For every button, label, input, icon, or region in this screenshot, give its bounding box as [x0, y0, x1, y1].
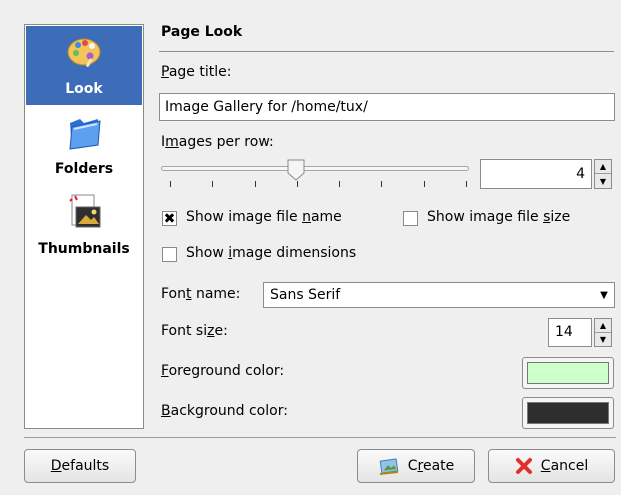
slider-tick: [466, 181, 467, 187]
bottom-divider: [24, 437, 616, 438]
spin-down-icon[interactable]: ▼: [595, 174, 611, 188]
create-button-label: Create: [407, 458, 455, 474]
palette-icon: [67, 38, 101, 67]
cancel-button-label: Cancel: [540, 458, 589, 474]
cancel-x-icon: [515, 458, 532, 474]
background-color-label: Background color:: [161, 403, 288, 419]
thumbnails-image-icon: [69, 194, 101, 228]
slider-tick: [212, 181, 214, 187]
images-per-row-slider-track[interactable]: [161, 166, 469, 171]
show-image-dimensions-label: Show image dimensions: [186, 245, 357, 261]
create-gallery-icon: [379, 458, 399, 475]
foreground-color-swatch: [527, 362, 609, 384]
defaults-button[interactable]: Defaults: [24, 449, 136, 483]
defaults-button-label: Defaults: [50, 458, 110, 474]
slider-tick: [423, 181, 425, 187]
sidebar-item-look[interactable]: Look: [26, 26, 142, 105]
checkmark-x-icon: ✖: [163, 210, 176, 227]
sidebar-item-look-label: Look: [65, 81, 103, 97]
foreground-color-label: Foreground color:: [161, 363, 285, 379]
font-name-label: Font name:: [161, 286, 241, 302]
slider-tick: [339, 181, 341, 187]
font-size-spinbox[interactable]: 14: [548, 318, 592, 347]
images-per-row-slider-handle[interactable]: [287, 159, 305, 181]
show-image-dimensions-checkbox[interactable]: [162, 247, 177, 262]
font-name-select[interactable]: Sans Serif ▼: [263, 282, 615, 308]
slider-tick: [296, 181, 298, 187]
folder-icon: [69, 119, 101, 150]
sidebar-item-thumbnails-label: Thumbnails: [38, 241, 130, 257]
sidebar-item-thumbnails[interactable]: Thumbnails: [26, 187, 142, 267]
show-file-name-checkbox[interactable]: ✖: [162, 211, 177, 226]
slider-tick: [254, 181, 256, 187]
foreground-color-button[interactable]: [522, 357, 614, 389]
create-button[interactable]: Create: [357, 449, 475, 483]
page-title-label: Page title:: [161, 64, 232, 80]
page-sidebar: Look Folders Thumbnails: [24, 24, 144, 429]
font-size-label: Font size:: [161, 323, 228, 339]
images-per-row-stepper[interactable]: ▲ ▼: [594, 159, 612, 189]
section-divider: [159, 51, 614, 52]
background-color-swatch: [527, 402, 609, 424]
show-file-size-label: Show image file size: [427, 209, 571, 225]
chevron-down-icon[interactable]: ▼: [594, 283, 614, 307]
spin-down-icon[interactable]: ▼: [595, 333, 611, 347]
slider-tick: [381, 181, 383, 187]
spin-up-icon[interactable]: ▲: [595, 319, 611, 333]
spin-up-icon[interactable]: ▲: [595, 160, 611, 174]
images-per-row-spinbox[interactable]: 4: [480, 159, 592, 189]
background-color-button[interactable]: [522, 397, 614, 429]
cancel-button[interactable]: Cancel: [488, 449, 615, 483]
section-title: Page Look: [161, 24, 243, 40]
font-name-value: Sans Serif: [270, 287, 341, 303]
sidebar-item-folders[interactable]: Folders: [26, 109, 142, 185]
page-title-input[interactable]: Image Gallery for /home/tux/: [159, 93, 615, 121]
font-size-stepper[interactable]: ▲ ▼: [594, 318, 612, 347]
images-per-row-label: Images per row:: [161, 134, 274, 150]
show-file-size-checkbox[interactable]: [403, 211, 418, 226]
sidebar-item-folders-label: Folders: [54, 161, 114, 177]
show-file-name-label: Show image file name: [186, 209, 342, 225]
slider-tick: [170, 181, 171, 187]
